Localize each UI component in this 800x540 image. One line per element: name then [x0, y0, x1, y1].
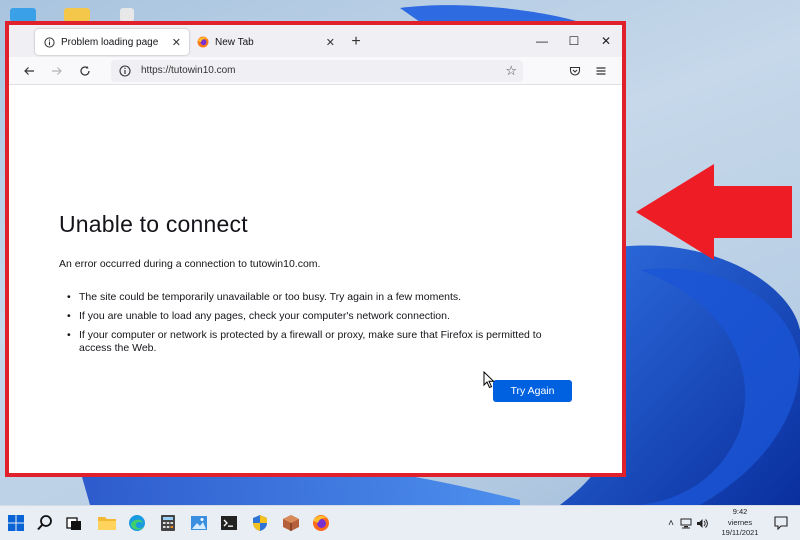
list-item: The site could be temporarily unavailabl…	[67, 291, 549, 304]
clock-day: viernes	[727, 517, 753, 527]
notifications-button[interactable]	[770, 512, 792, 534]
folder-icon	[98, 517, 116, 530]
system-tray: ˄	[664, 506, 710, 540]
desktop-folder-icon[interactable]	[64, 8, 90, 22]
bookmark-star-icon[interactable]: ☆	[505, 63, 517, 79]
maximize-icon[interactable]: ☐	[558, 25, 590, 57]
try-again-button[interactable]: Try Again	[493, 380, 572, 402]
navigation-toolbar: ☆	[9, 57, 622, 85]
chevron-up-icon[interactable]: ˄	[664, 518, 678, 529]
reload-icon	[80, 65, 90, 76]
search-button[interactable]	[34, 512, 56, 534]
site-info-icon[interactable]	[119, 64, 131, 77]
clock-time: 9:42	[732, 507, 748, 516]
volume-icon[interactable]	[694, 518, 710, 529]
forward-arrow-icon	[52, 66, 62, 75]
edge-icon	[129, 515, 145, 531]
tab-close-icon[interactable]: ✕	[326, 36, 335, 49]
close-icon[interactable]: ✕	[590, 25, 622, 57]
url-input[interactable]	[141, 65, 481, 76]
calculator-button[interactable]	[157, 512, 179, 534]
list-item: If your computer or network is protected…	[67, 329, 549, 355]
terminal-icon	[221, 516, 237, 530]
firefox-icon	[197, 36, 209, 48]
error-suggestions: The site could be temporarily unavailabl…	[67, 291, 549, 361]
taskbar-clock[interactable]: 9:42 viernes 19/11/2021	[714, 507, 766, 539]
tab-strip: Problem loading page ✕ New Tab ✕ + — ☐ ✕	[9, 25, 622, 57]
search-icon	[37, 515, 52, 531]
url-bar[interactable]: ☆	[111, 59, 523, 82]
shield-icon	[253, 515, 267, 531]
tab-label: Problem loading page	[61, 36, 159, 48]
error-description: An error occurred during a connection to…	[59, 258, 321, 270]
back-button[interactable]	[17, 60, 41, 82]
window-controls: — ☐ ✕	[526, 25, 622, 57]
red-arrow-annotation	[636, 164, 792, 260]
pocket-button[interactable]	[562, 60, 588, 82]
photos-button[interactable]	[188, 512, 210, 534]
mouse-cursor-icon	[483, 371, 495, 389]
clock-date: 19/11/2021	[721, 528, 759, 537]
error-title: Unable to connect	[59, 211, 248, 237]
back-arrow-icon	[24, 66, 34, 75]
error-page: Unable to connect An error occurred duri…	[9, 85, 622, 473]
tab-close-icon[interactable]: ✕	[172, 36, 181, 49]
notification-icon	[774, 516, 788, 530]
tab-new-tab[interactable]: New Tab ✕	[189, 29, 343, 55]
forward-button[interactable]	[45, 60, 69, 82]
desktop-file-icon[interactable]	[120, 8, 134, 22]
start-button[interactable]	[5, 512, 27, 534]
task-view-button[interactable]	[63, 512, 85, 534]
package-icon	[283, 515, 299, 531]
calculator-icon	[161, 515, 175, 531]
new-tab-button[interactable]: +	[343, 29, 369, 55]
firefox-taskbar-button[interactable]	[310, 512, 332, 534]
menu-button[interactable]	[588, 60, 614, 82]
terminal-button[interactable]	[218, 512, 240, 534]
info-icon	[43, 36, 55, 48]
browser-window: Problem loading page ✕ New Tab ✕ + — ☐ ✕	[5, 21, 626, 477]
package-button[interactable]	[280, 512, 302, 534]
firefox-icon	[313, 515, 329, 531]
tab-problem-loading[interactable]: Problem loading page ✕	[35, 29, 189, 55]
network-icon[interactable]	[678, 518, 694, 529]
list-item: If you are unable to load any pages, che…	[67, 310, 549, 323]
security-button[interactable]	[249, 512, 271, 534]
windows-logo-icon	[8, 515, 24, 531]
hamburger-menu-icon	[596, 66, 606, 75]
reload-button[interactable]	[73, 60, 97, 82]
pocket-icon	[569, 66, 581, 76]
tab-label: New Tab	[215, 36, 254, 48]
toolbar-right	[562, 60, 614, 82]
desktop-icon[interactable]	[10, 8, 36, 22]
taskbar: ˄ 9:42 viernes 19/11/2021	[0, 505, 800, 540]
edge-button[interactable]	[126, 512, 148, 534]
minimize-icon[interactable]: —	[526, 25, 558, 57]
task-view-icon	[66, 517, 81, 530]
file-explorer-button[interactable]	[96, 512, 118, 534]
photos-icon	[191, 516, 207, 530]
